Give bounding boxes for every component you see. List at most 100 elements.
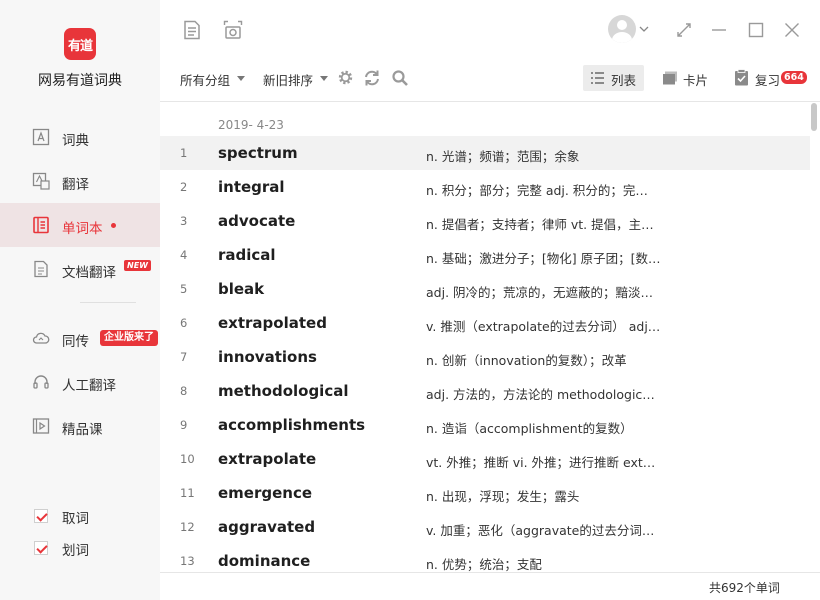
sort-order-dropdown[interactable]: 新旧排序 <box>263 70 313 89</box>
word-text: extrapolate <box>218 450 317 468</box>
document-icon <box>34 260 48 278</box>
app-logo: 有道 <box>64 28 96 60</box>
sidebar-item-label: 文档翻译 <box>62 265 116 281</box>
row-number: 6 <box>180 316 188 330</box>
word-text: extrapolated <box>218 314 327 332</box>
word-row[interactable]: 5 bleak adj. 阴冷的；荒凉的，无遮蔽的；黯淡… <box>160 272 810 306</box>
word-list: 1 spectrum n. 光谱；频谱；范围；余象 2 integral n. 积分；部分… <box>160 136 810 578</box>
word-row[interactable]: 6 extrapolated v. 推测（extrapolate的过去分词） adj… <box>160 306 810 340</box>
sidebar-item-interpretation[interactable]: 同传 企业版来了 <box>0 316 160 360</box>
card-icon[interactable] <box>662 71 678 85</box>
cloud-icon <box>32 332 50 344</box>
word-definition: n. 创新（innovation的复数）；改革 <box>426 353 627 368</box>
row-number: 11 <box>180 486 195 500</box>
close-icon[interactable] <box>782 20 802 40</box>
settings-gear-icon[interactable] <box>337 69 354 86</box>
review-clipboard-icon[interactable] <box>734 69 749 86</box>
word-text: radical <box>218 246 276 264</box>
enterprise-badge: 企业版来了 <box>100 330 158 346</box>
play-video-icon <box>32 418 50 434</box>
word-text: accomplishments <box>218 416 366 434</box>
minimize-icon[interactable] <box>709 20 729 40</box>
word-text: bleak <box>218 280 265 298</box>
user-avatar[interactable] <box>608 15 636 43</box>
scrollbar-thumb[interactable] <box>811 103 817 131</box>
word-definition: n. 基础；激进分子；[物化] 原子团；[数… <box>426 251 661 266</box>
maximize-icon[interactable] <box>746 20 766 40</box>
row-number: 4 <box>180 248 188 262</box>
word-row[interactable]: 8 methodological adj. 方法的，方法论的 methodologi… <box>160 374 810 408</box>
sidebar-item-human-translate[interactable]: 人工翻译 <box>0 360 160 404</box>
new-badge: NEW <box>124 260 151 271</box>
word-definition: n. 出现，浮现；发生；露头 <box>426 489 580 504</box>
row-number: 8 <box>180 384 188 398</box>
sidebar-item-label: 翻译 <box>62 177 89 193</box>
chevron-down-icon[interactable] <box>639 26 649 32</box>
date-group-header: 2019- 4-23 <box>218 118 284 132</box>
row-number: 10 <box>180 452 195 466</box>
word-row[interactable]: 12 aggravated v. 加重；恶化（aggravate的过去分词… <box>160 510 810 544</box>
list-view-label: 列表 <box>611 73 637 88</box>
select-word-checkbox[interactable] <box>34 541 48 555</box>
sidebar-item-label: 人工翻译 <box>62 378 116 394</box>
word-definition: v. 加重；恶化（aggravate的过去分词… <box>426 523 655 538</box>
sidebar-item-doc-translate[interactable]: 文档翻译 NEW <box>0 247 160 291</box>
word-row[interactable]: 7 innovations n. 创新（innovation的复数）；改革 <box>160 340 810 374</box>
translate-icon <box>32 172 50 190</box>
word-definition: vt. 外推；推断 vi. 外推；进行推断 ext… <box>426 455 656 470</box>
word-total-count: 共692个单词 <box>709 581 780 595</box>
row-number: 5 <box>180 282 188 296</box>
search-icon[interactable] <box>391 69 409 87</box>
footer-divider <box>160 572 820 573</box>
word-text: aggravated <box>218 518 316 536</box>
mini-mode-icon[interactable] <box>674 20 694 40</box>
word-text: methodological <box>218 382 349 400</box>
row-number: 13 <box>180 554 195 568</box>
word-row[interactable]: 2 integral n. 积分；部分；完整 adj. 积分的；完… <box>160 170 810 204</box>
group-filter-dropdown[interactable]: 所有分组 <box>180 70 230 89</box>
sync-icon[interactable] <box>363 69 381 87</box>
headset-icon <box>33 375 49 389</box>
word-row[interactable]: 11 emergence n. 出现，浮现；发生；露头 <box>160 476 810 510</box>
sidebar-item-label: 词典 <box>62 133 89 149</box>
app-name: 网易有道词典 <box>38 73 122 89</box>
word-definition: n. 积分；部分；完整 adj. 积分的；完… <box>426 183 648 198</box>
logo-text: 有道 <box>67 38 93 54</box>
row-number: 12 <box>180 520 195 534</box>
wordbook-icon <box>33 216 49 234</box>
chevron-down-icon <box>320 76 328 81</box>
word-row[interactable]: 9 accomplishments n. 造诣（accomplishment的复数） <box>160 408 810 442</box>
word-definition: adj. 方法的，方法论的 methodologic… <box>426 387 655 402</box>
word-text: advocate <box>218 212 296 230</box>
sidebar-item-courses[interactable]: 精品课 <box>0 404 160 448</box>
word-text: innovations <box>218 348 317 366</box>
sidebar-item-label: 精品课 <box>62 422 103 438</box>
new-note-icon[interactable] <box>182 20 202 40</box>
row-number: 7 <box>180 350 188 364</box>
sidebar-item-label: 单词本 <box>62 221 103 237</box>
word-text: spectrum <box>218 144 298 162</box>
sidebar-item-translate[interactable]: 翻译 <box>0 159 160 203</box>
word-text: emergence <box>218 484 313 502</box>
screenshot-icon[interactable] <box>223 20 243 40</box>
card-view-button[interactable]: 卡片 <box>683 70 708 89</box>
word-text: dominance <box>218 552 311 570</box>
sidebar-item-dictionary[interactable]: 词典 <box>0 115 160 159</box>
review-count-badge: 664 <box>781 71 807 84</box>
review-button[interactable]: 复习 <box>755 70 780 89</box>
word-row[interactable]: 4 radical n. 基础；激进分子；[物化] 原子团；[数… <box>160 238 810 272</box>
word-row[interactable]: 1 spectrum n. 光谱；频谱；范围；余象 <box>160 136 810 170</box>
word-row[interactable]: 10 extrapolate vt. 外推；推断 vi. 外推；进行推断 ext… <box>160 442 810 476</box>
sidebar-item-wordbook[interactable]: 单词本 <box>0 203 160 247</box>
row-number: 9 <box>180 418 188 432</box>
capture-word-checkbox[interactable] <box>34 509 48 523</box>
word-row[interactable]: 3 advocate n. 提倡者；支持者；律师 vt. 提倡，主… <box>160 204 810 238</box>
header-divider <box>160 101 820 102</box>
capture-word-label: 取词 <box>62 511 89 527</box>
chevron-down-icon <box>237 76 245 81</box>
notification-dot <box>111 223 116 228</box>
list-icon <box>591 72 604 84</box>
word-definition: n. 提倡者；支持者；律师 vt. 提倡，主… <box>426 217 654 232</box>
word-text: integral <box>218 178 285 196</box>
row-number: 1 <box>180 146 188 160</box>
